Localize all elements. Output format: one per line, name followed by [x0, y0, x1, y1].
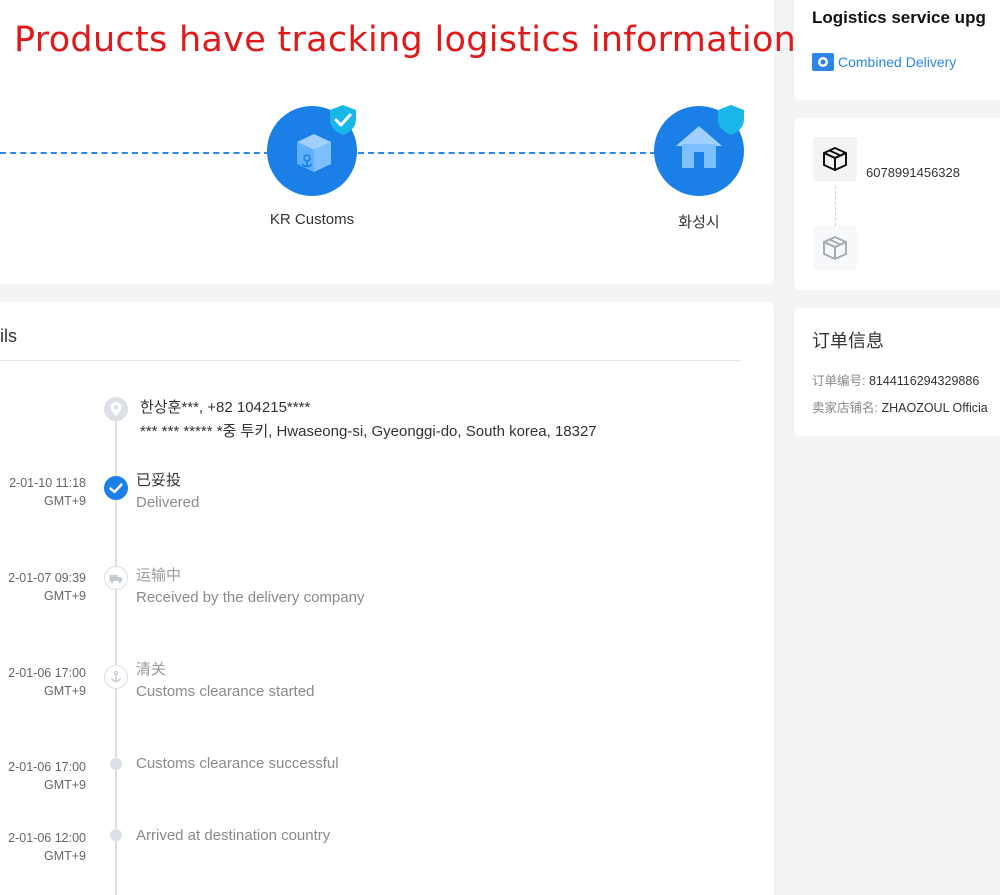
event-time: 2-01-10 11:18	[9, 476, 86, 490]
package-icon	[823, 147, 847, 171]
order-number-label: 订单编号:	[812, 374, 866, 388]
timeline-dot	[110, 758, 122, 770]
tracking-details-title: ils	[0, 326, 17, 346]
promo-banner-text: Products have tracking logistics informa…	[14, 20, 797, 60]
store-name-value[interactable]: ZHAOZOUL Officia	[881, 401, 987, 415]
order-number-row: 订单编号: 8144116294329886	[812, 370, 979, 389]
event-timezone: GMT+9	[43, 849, 86, 863]
store-name-label: 卖家店铺名:	[812, 401, 878, 415]
parcel-thumb[interactable]	[813, 137, 857, 181]
shield-icon	[718, 105, 744, 135]
event-time: 2-01-06 17:00	[8, 760, 86, 774]
order-number-value[interactable]: 8144116294329886	[869, 374, 979, 388]
parcel-thumb-secondary[interactable]	[813, 226, 857, 270]
event-status: 运输中	[136, 567, 182, 584]
event-time: 2-01-06 17:00	[8, 666, 86, 680]
event-status: 清关	[136, 661, 167, 678]
event-time: 2-01-07 09:39	[8, 571, 86, 585]
event-description: Customs clearance started	[136, 683, 315, 700]
combined-delivery-icon	[812, 53, 834, 71]
divider	[0, 360, 741, 361]
package-outline-icon	[823, 236, 847, 260]
stop-label-destination: 화성시	[678, 214, 720, 231]
route-line-segment	[358, 152, 656, 154]
store-name-row: 卖家店铺名: ZHAOZOUL Officia	[812, 397, 988, 416]
service-title: Logistics service upg	[812, 8, 986, 27]
recipient-line: 한상훈***, +82 104215****	[140, 399, 311, 416]
stop-label-customs: KR Customs	[269, 211, 355, 228]
location-pin-icon	[104, 397, 128, 421]
truck-icon	[104, 566, 128, 590]
timeline-dot	[110, 829, 122, 841]
tracking-number[interactable]: 6078991456328	[866, 165, 960, 180]
customs-anchor-icon	[104, 665, 128, 689]
event-timezone: GMT+9	[43, 589, 86, 603]
event-description: Delivered	[136, 494, 200, 511]
event-timezone: GMT+9	[43, 684, 86, 698]
delivered-check-icon	[104, 476, 128, 500]
event-description: Customs clearance successful	[136, 755, 339, 772]
event-timezone: GMT+9	[43, 494, 86, 508]
event-time: 2-01-06 12:00	[8, 831, 86, 845]
event-timezone: GMT+9	[43, 778, 86, 792]
event-description: Arrived at destination country	[136, 827, 331, 844]
verified-shield-icon	[330, 105, 356, 135]
order-info-title: 订单信息	[812, 331, 884, 351]
combined-delivery-label: Combined Delivery	[838, 54, 957, 70]
route-line-segment	[0, 152, 270, 154]
event-description: Received by the delivery company	[136, 589, 365, 606]
address-line: *** *** ***** *중 투키, Hwaseong-si, Gyeong…	[140, 423, 597, 440]
combined-delivery-tag[interactable]: Combined Delivery	[812, 52, 956, 72]
parcel-connector	[835, 186, 836, 226]
event-status: 已妥投	[136, 472, 182, 489]
